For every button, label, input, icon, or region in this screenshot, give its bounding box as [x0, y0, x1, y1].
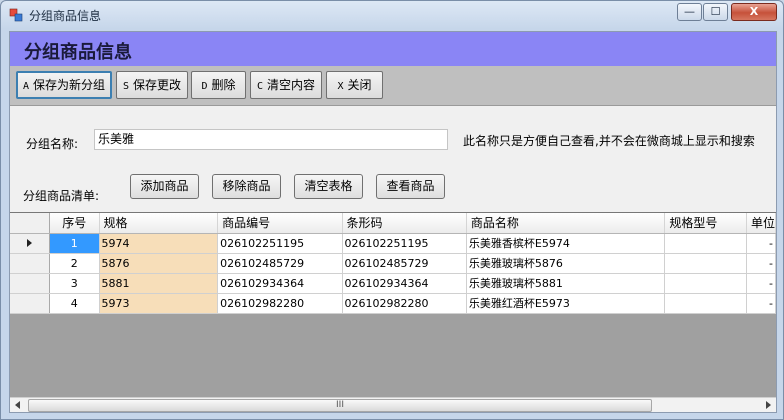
clear-content-button[interactable]: C 清空内容	[250, 71, 322, 99]
table-row[interactable]: 1 5974 026102251195 026102251195 乐美雅香槟杯E…	[10, 233, 776, 254]
save-changes-button[interactable]: S 保存更改	[116, 71, 188, 99]
cell-model[interactable]	[664, 293, 747, 314]
row-header[interactable]	[10, 233, 50, 254]
cell-unit[interactable]: -	[746, 273, 776, 294]
column-header-model[interactable]: 规格型号	[664, 213, 747, 234]
group-list-label: 分组商品清单:	[23, 189, 100, 203]
window-title: 分组商品信息	[29, 9, 102, 23]
close-window-button[interactable]: X	[731, 3, 777, 21]
button-label: 关闭	[347, 78, 372, 92]
remove-product-button[interactable]: 移除商品	[212, 174, 281, 199]
cell-name[interactable]: 乐美雅玻璃杯5881	[466, 273, 666, 294]
column-header-barcode[interactable]: 条形码	[342, 213, 467, 234]
column-header-code[interactable]: 商品编号	[217, 213, 343, 234]
cell-unit[interactable]: -	[746, 293, 776, 314]
group-name-label: 分组名称:	[26, 137, 79, 151]
table-row[interactable]: 2 5876 026102485729 026102485729 乐美雅玻璃杯5…	[10, 253, 776, 274]
column-header-unit[interactable]: 单位	[746, 213, 776, 234]
shortcut-key: D	[201, 81, 208, 92]
scroll-right-icon[interactable]	[766, 401, 771, 409]
scroll-thumb[interactable]: III	[28, 399, 652, 412]
header-band: 分组商品信息	[10, 32, 776, 66]
title-bar[interactable]: 分组商品信息 — ☐ X	[1, 1, 783, 29]
cell-code[interactable]: 026102934364	[217, 273, 343, 294]
row-header[interactable]	[10, 253, 50, 274]
cell-seq[interactable]: 1	[49, 233, 100, 254]
minimize-button[interactable]: —	[677, 3, 702, 21]
product-grid[interactable]: 序号 规格 商品编号 条形码 商品名称 规格型号 单位 1 5974 02610…	[10, 212, 776, 412]
cell-barcode[interactable]: 026102485729	[342, 253, 467, 274]
cell-seq[interactable]: 2	[49, 253, 100, 274]
current-row-arrow-icon	[26, 238, 32, 247]
row-header[interactable]	[10, 293, 50, 314]
add-product-button[interactable]: 添加商品	[130, 174, 199, 199]
shortcut-key: A	[22, 81, 29, 92]
cell-seq[interactable]: 4	[49, 293, 100, 314]
button-label: 保存为新分组	[33, 78, 106, 92]
table-header-row: 序号 规格 商品编号 条形码 商品名称 规格型号 单位	[10, 213, 776, 234]
horizontal-scrollbar[interactable]: III	[10, 397, 776, 412]
cell-spec[interactable]: 5881	[99, 273, 219, 294]
cell-spec[interactable]: 5973	[99, 293, 219, 314]
shortcut-key: S	[122, 81, 129, 92]
table-row[interactable]: 3 5881 026102934364 026102934364 乐美雅玻璃杯5…	[10, 273, 776, 294]
close-button[interactable]: X 关闭	[326, 71, 383, 99]
delete-button[interactable]: D 删除	[191, 71, 246, 99]
cell-unit[interactable]: -	[746, 233, 776, 254]
column-header-spec[interactable]: 规格	[99, 213, 219, 234]
button-label: 删除	[211, 78, 236, 92]
cell-model[interactable]	[664, 253, 747, 274]
cell-code[interactable]: 026102251195	[217, 233, 343, 254]
product-table: 序号 规格 商品编号 条形码 商品名称 规格型号 单位 1 5974 02610…	[10, 213, 776, 314]
column-header-name[interactable]: 商品名称	[466, 213, 666, 234]
toolbar: A 保存为新分组 S 保存更改 D 删除 C 清空内容 X 关闭	[10, 66, 776, 106]
cell-spec[interactable]: 5974	[99, 233, 219, 254]
view-product-button[interactable]: 查看商品	[376, 174, 445, 199]
cell-name[interactable]: 乐美雅玻璃杯5876	[466, 253, 666, 274]
button-label: 保存更改	[133, 78, 182, 92]
cell-spec[interactable]: 5876	[99, 253, 219, 274]
column-header-seq[interactable]: 序号	[49, 213, 100, 234]
cell-model[interactable]	[664, 233, 747, 254]
group-name-input[interactable]: 乐美雅	[94, 129, 448, 150]
cell-barcode[interactable]: 026102251195	[342, 233, 467, 254]
row-header-corner	[10, 213, 50, 234]
form-client-area: 分组商品信息 A 保存为新分组 S 保存更改 D 删除 C 清空内容 X 关闭 分组名称:…	[9, 31, 777, 413]
cell-model[interactable]	[664, 273, 747, 294]
save-as-new-group-button[interactable]: A 保存为新分组	[16, 71, 112, 99]
clear-table-button[interactable]: 清空表格	[294, 174, 363, 199]
shortcut-key: C	[256, 81, 263, 92]
cell-name[interactable]: 乐美雅红酒杯E5973	[466, 293, 666, 314]
app-icon	[9, 8, 23, 22]
button-label: 清空内容	[267, 78, 316, 92]
maximize-button[interactable]: ☐	[703, 3, 728, 21]
app-window: 分组商品信息 — ☐ X 分组商品信息 A 保存为新分组 S 保存更改 D 删除 C清…	[0, 0, 784, 420]
cell-unit[interactable]: -	[746, 253, 776, 274]
cell-seq[interactable]: 3	[49, 273, 100, 294]
cell-code[interactable]: 026102485729	[217, 253, 343, 274]
table-row[interactable]: 4 5973 026102982280 026102982280 乐美雅红酒杯E…	[10, 293, 776, 314]
shortcut-key: X	[337, 81, 344, 92]
group-name-hint: 此名称只是方便自己查看,并不会在微商城上显示和搜索	[463, 134, 755, 148]
cell-barcode[interactable]: 026102934364	[342, 273, 467, 294]
row-header[interactable]	[10, 273, 50, 294]
cell-code[interactable]: 026102982280	[217, 293, 343, 314]
scroll-left-icon[interactable]	[15, 401, 20, 409]
page-title: 分组商品信息	[24, 42, 132, 63]
cell-name[interactable]: 乐美雅香槟杯E5974	[466, 233, 666, 254]
cell-barcode[interactable]: 026102982280	[342, 293, 467, 314]
